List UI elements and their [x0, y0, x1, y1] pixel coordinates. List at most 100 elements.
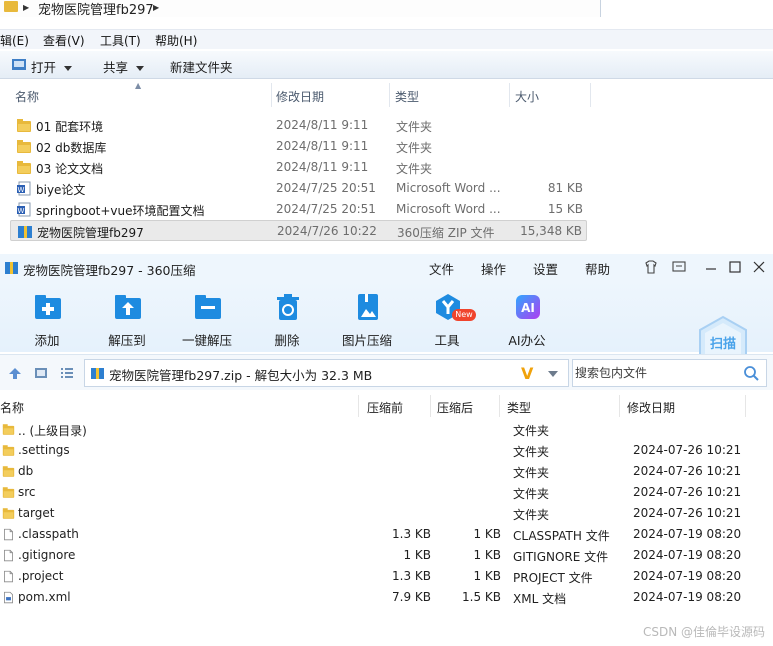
- archiver-address-bar: 宠物医院管理fb297.zip - 解包大小为 32.3 MB V: [0, 354, 773, 390]
- column-divider[interactable]: [358, 395, 359, 417]
- explorer-file-row[interactable]: Wspringboot+vue环境配置文档 2024/7/25 20:51 Micr…: [10, 199, 587, 220]
- packed-size: 7.9 KB: [392, 590, 431, 604]
- menu-operate[interactable]: 操作: [481, 259, 506, 278]
- file-type: Microsoft Word ...: [396, 181, 501, 195]
- ai-office-button[interactable]: AI AI办公: [490, 280, 564, 352]
- archive-file-row[interactable]: .classpath 1.3 KB 1 KB CLASSPATH 文件 2024-07-…: [0, 524, 773, 545]
- file-type: 文件夹: [513, 508, 550, 522]
- column-divider[interactable]: [745, 395, 746, 417]
- file-name: .settings: [18, 443, 70, 457]
- menu-file[interactable]: 文件: [429, 259, 454, 278]
- image-compress-icon: [358, 294, 378, 320]
- tool-label: 添加: [34, 333, 60, 348]
- column-name[interactable]: 名称: [15, 88, 39, 105]
- search-icon[interactable]: [743, 365, 760, 382]
- archive-file-row[interactable]: src 文件夹 2024-07-26 10:21: [0, 482, 773, 503]
- packed-size: 1.3 KB: [392, 569, 431, 583]
- tool-label: 工具: [434, 333, 460, 348]
- explorer-column-header: ▲ 名称 修改日期 类型 大小: [0, 81, 773, 107]
- archive-file-row[interactable]: target 文件夹 2024-07-26 10:21: [0, 503, 773, 524]
- column-divider[interactable]: [271, 83, 272, 107]
- folder-icon: [16, 139, 32, 154]
- up-level-icon[interactable]: [7, 366, 23, 380]
- menu-settings[interactable]: 设置: [533, 259, 558, 278]
- zip-archive-icon: [91, 368, 104, 379]
- column-divider[interactable]: [499, 395, 500, 417]
- delete-button[interactable]: 删除: [250, 280, 324, 352]
- open-button[interactable]: 打开: [31, 57, 73, 76]
- trash-icon: [277, 294, 299, 320]
- column-date[interactable]: 修改日期: [276, 88, 324, 105]
- skin-icon[interactable]: [642, 258, 660, 276]
- archive-file-row[interactable]: .project 1.3 KB 1 KB PROJECT 文件 2024-07-19 0…: [0, 566, 773, 587]
- file-type: 360压缩 ZIP 文件: [397, 226, 495, 240]
- chevron-right-icon[interactable]: ▶: [153, 3, 159, 12]
- column-type[interactable]: 类型: [507, 399, 531, 416]
- menu-view[interactable]: 查看(V): [43, 32, 85, 49]
- address-bar[interactable]: ▶ 宠物医院管理fb297 ▶: [0, 0, 773, 18]
- menu-edit[interactable]: 辑(E): [0, 32, 29, 49]
- extract-to-button[interactable]: 解压到: [90, 280, 164, 352]
- menu-tools[interactable]: 工具(T): [100, 32, 141, 49]
- one-click-extract-button[interactable]: 一键解压: [170, 280, 244, 352]
- list-view-icon[interactable]: [59, 366, 75, 380]
- modified-date: 2024-07-19 08:20: [633, 548, 742, 562]
- maximize-icon[interactable]: [726, 258, 744, 276]
- new-folder-button[interactable]: 新建文件夹: [170, 57, 233, 76]
- search-input[interactable]: [575, 364, 735, 382]
- explorer-file-row[interactable]: Wbiye论文 2024/7/25 20:51 Microsoft Word ...…: [10, 178, 587, 199]
- explorer-file-row[interactable]: 03 论文文档 2024/8/11 9:11 文件夹: [10, 157, 587, 178]
- column-divider[interactable]: [509, 83, 510, 107]
- column-size[interactable]: 大小: [515, 88, 539, 105]
- file-type: Microsoft Word ...: [396, 202, 501, 216]
- dropdown-icon[interactable]: [548, 371, 558, 377]
- extract-to-icon: [115, 295, 141, 319]
- xml-file-icon: [2, 590, 15, 605]
- file-name: .classpath: [18, 527, 79, 541]
- image-compress-button[interactable]: 图片压缩: [330, 280, 404, 352]
- breadcrumb[interactable]: 宠物医院管理fb297: [38, 0, 154, 18]
- column-packed[interactable]: 压缩前: [367, 399, 403, 416]
- explorer-file-row[interactable]: 宠物医院管理fb297 2024/7/26 10:22 360压缩 ZIP 文件 15…: [10, 220, 587, 241]
- archive-file-row[interactable]: .. (上级目录) 文件夹: [0, 419, 773, 440]
- column-divider[interactable]: [590, 83, 591, 107]
- archive-path-field[interactable]: 宠物医院管理fb297.zip - 解包大小为 32.3 MB V: [84, 359, 569, 387]
- column-modified[interactable]: 修改日期: [627, 399, 675, 416]
- file-name: .. (上级目录): [18, 424, 87, 438]
- explorer-file-row[interactable]: 02 db数据库 2024/8/11 9:11 文件夹: [10, 136, 587, 157]
- modified-date: 2024-07-26 10:21: [633, 485, 742, 499]
- archive-file-row[interactable]: pom.xml 7.9 KB 1.5 KB XML 文档 2024-07-19 08:2…: [0, 587, 773, 608]
- file-name: pom.xml: [18, 590, 71, 604]
- menu-help[interactable]: 帮助(H): [155, 32, 197, 49]
- add-button[interactable]: 添加: [10, 280, 84, 352]
- file-date: 2024/7/25 20:51: [276, 181, 376, 195]
- dropdown-icon: [64, 66, 73, 71]
- column-compressed[interactable]: 压缩后: [437, 399, 473, 416]
- title-bar[interactable]: 宠物医院管理fb297 - 360压缩 文件 操作 设置 帮助: [0, 254, 773, 280]
- archive-file-row[interactable]: .settings 文件夹 2024-07-26 10:21: [0, 440, 773, 461]
- column-divider[interactable]: [389, 83, 390, 107]
- explorer-file-row[interactable]: 01 配套环境 2024/8/11 9:11 文件夹: [10, 115, 587, 136]
- archive-file-row[interactable]: .gitignore 1 KB 1 KB GITIGNORE 文件 2024-07-19…: [0, 545, 773, 566]
- column-type[interactable]: 类型: [395, 88, 419, 105]
- minimize-icon[interactable]: [702, 258, 720, 276]
- archive-path: 宠物医院管理fb297.zip - 解包大小为 32.3 MB: [109, 368, 373, 383]
- file-type: 文件夹: [396, 120, 433, 134]
- column-divider[interactable]: [430, 395, 431, 417]
- close-icon[interactable]: [750, 258, 768, 276]
- feedback-icon[interactable]: [670, 258, 688, 276]
- file-date: 2024/7/25 20:51: [276, 202, 376, 216]
- archiver-window: 宠物医院管理fb297 - 360压缩 文件 操作 设置 帮助 添加 解压到 一…: [0, 254, 773, 646]
- column-name[interactable]: 名称: [0, 399, 24, 416]
- modified-date: 2024-07-26 10:21: [633, 443, 742, 457]
- verified-v-icon[interactable]: V: [521, 364, 533, 383]
- menu-help[interactable]: 帮助: [585, 259, 610, 278]
- search-box[interactable]: [572, 359, 767, 387]
- share-button[interactable]: 共享: [103, 57, 145, 76]
- chevron-right-icon[interactable]: ▶: [23, 3, 29, 12]
- archive-file-row[interactable]: db 文件夹 2024-07-26 10:21: [0, 461, 773, 482]
- thumbnail-view-icon[interactable]: [33, 366, 49, 380]
- column-divider[interactable]: [619, 395, 620, 417]
- compressed-size: 1 KB: [473, 569, 501, 583]
- file-type: 文件夹: [513, 487, 550, 501]
